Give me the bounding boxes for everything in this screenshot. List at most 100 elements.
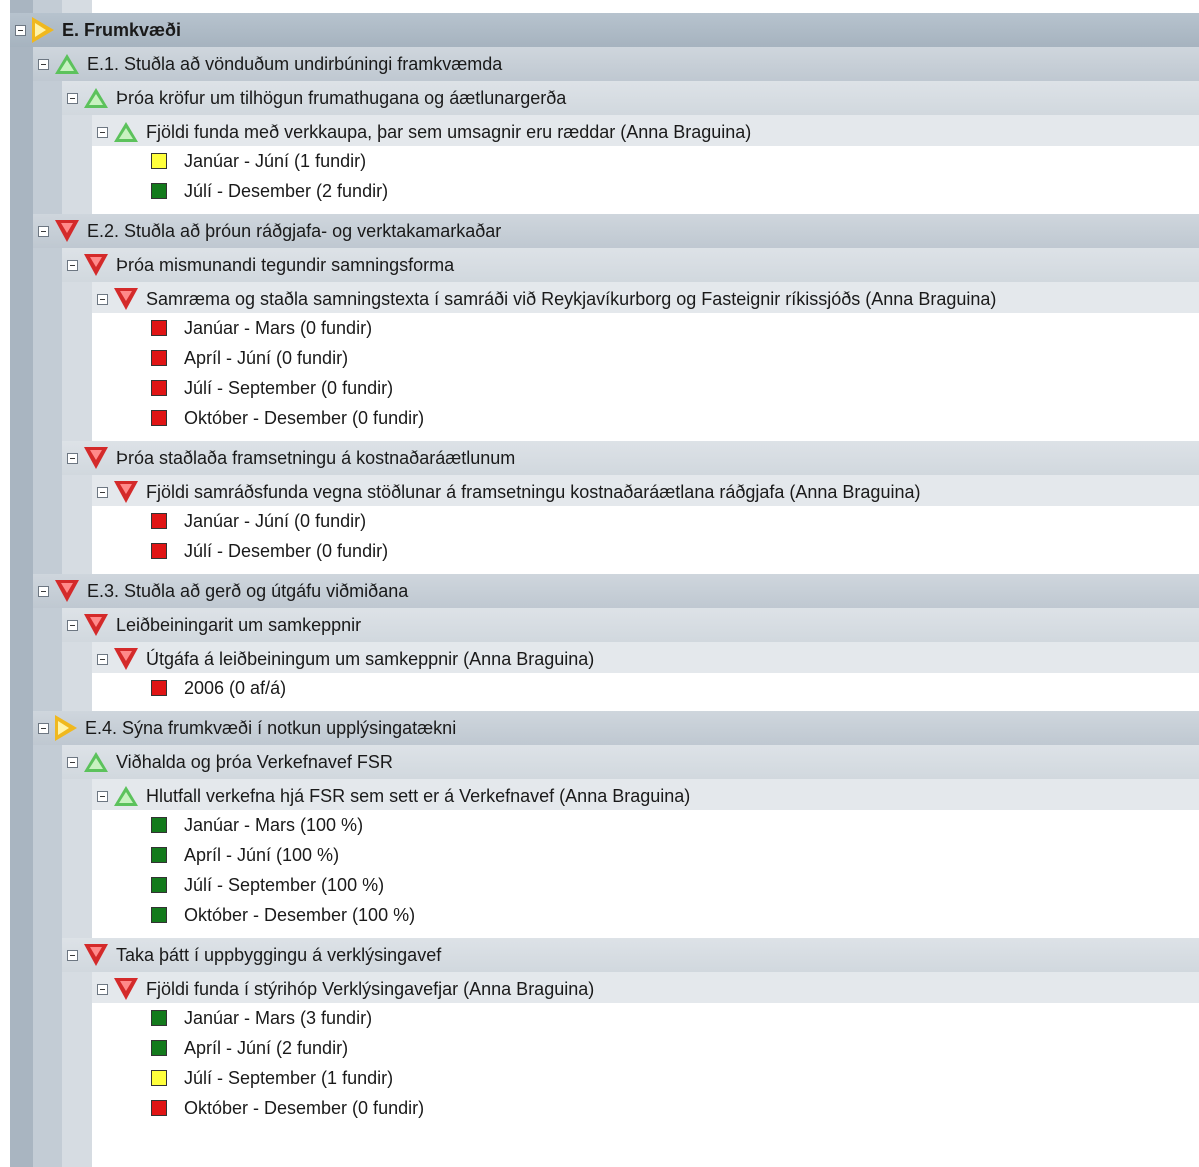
section-heading-label[interactable]: E.3. Stuðla að gerð og útgáfu viðmiðana: [87, 581, 408, 602]
status-down-icon: [84, 944, 108, 966]
status-square-green: [151, 1010, 167, 1026]
period-row: Júlí - Desember (0 fundir): [92, 536, 1199, 566]
status-down-icon: [114, 648, 138, 670]
measure-heading-row: Samræma og staðla samningstexta í samráð…: [92, 282, 1199, 316]
section-heading-row: E.3. Stuðla að gerð og útgáfu viðmiðana: [33, 574, 1199, 608]
collapse-toggle[interactable]: [67, 756, 78, 768]
status-up-icon: [84, 752, 108, 772]
section-heading-row: E.2. Stuðla að þróun ráðgjafa- og verkta…: [33, 214, 1199, 248]
status-warning-icon: [55, 715, 77, 741]
collapse-toggle[interactable]: [38, 722, 49, 734]
status-square-red: [151, 380, 167, 396]
period-row: Október - Desember (100 %): [92, 900, 1199, 930]
period-row: 2006 (0 af/á): [92, 673, 1199, 703]
status-up-icon: [114, 122, 138, 142]
collapse-toggle[interactable]: [67, 259, 78, 271]
objective-heading-label[interactable]: Þróa mismunandi tegundir samningsforma: [116, 255, 454, 276]
measure-heading-label[interactable]: Fjöldi funda með verkkaupa, þar sem umsa…: [146, 122, 751, 143]
period-row: Janúar - Júní (0 fundir): [92, 506, 1199, 536]
period-label: Janúar - Júní (0 fundir): [184, 510, 367, 531]
status-up-icon: [84, 88, 108, 108]
period-label: Janúar - Mars (3 fundir): [184, 1007, 373, 1028]
collapse-toggle[interactable]: [38, 225, 49, 237]
status-up-icon: [114, 786, 138, 806]
collapse-toggle[interactable]: [97, 790, 108, 802]
collapse-toggle[interactable]: [67, 949, 78, 961]
period-label: Október - Desember (100 %): [184, 904, 416, 925]
measure-heading-label[interactable]: Útgáfa á leiðbeiningum um samkeppnir (An…: [146, 649, 594, 670]
objective-heading-row: Þróa kröfur um tilhögun frumathugana og …: [62, 81, 1199, 115]
objective-heading-row: Viðhalda og þróa Verkefnavef FSR: [62, 745, 1199, 779]
section-heading-label[interactable]: E.1. Stuðla að vönduðum undirbúningi fra…: [87, 54, 502, 75]
status-down-icon: [55, 220, 79, 242]
collapse-toggle[interactable]: [97, 983, 108, 995]
collapse-toggle[interactable]: [97, 486, 108, 498]
status-down-icon: [55, 580, 79, 602]
status-square-green: [151, 817, 167, 833]
collapse-toggle[interactable]: [67, 619, 78, 631]
status-square-red: [151, 320, 167, 336]
section-heading-row: E.1. Stuðla að vönduðum undirbúningi fra…: [33, 47, 1199, 81]
measure-heading-label[interactable]: Samræma og staðla samningstexta í samráð…: [146, 289, 996, 310]
status-warning-icon: [32, 17, 54, 43]
objective-heading-row: Leiðbeiningarit um samkeppnir: [62, 608, 1199, 642]
period-row: Apríl - Júní (2 fundir): [92, 1033, 1199, 1063]
period-row: Júlí - September (0 fundir): [92, 373, 1199, 403]
status-square-red: [151, 513, 167, 529]
period-row: Janúar - Júní (1 fundir): [92, 146, 1199, 176]
objective-heading-label[interactable]: Leiðbeiningarit um samkeppnir: [116, 615, 361, 636]
period-label: Júlí - Desember (0 fundir): [184, 540, 389, 561]
period-row: Október - Desember (0 fundir): [92, 1093, 1199, 1123]
status-square-green: [151, 1040, 167, 1056]
root-heading-label[interactable]: E. Frumkvæði: [62, 20, 181, 41]
objective-heading-row: Þróa staðlaða framsetningu á kostnaðaráæ…: [62, 441, 1199, 475]
status-square-red: [151, 543, 167, 559]
tree-rail-level-0: [10, 0, 33, 1167]
period-label: Apríl - Júní (100 %): [184, 844, 340, 865]
measure-heading-label[interactable]: Fjöldi samráðsfunda vegna stöðlunar á fr…: [146, 482, 920, 503]
collapse-toggle[interactable]: [38, 58, 49, 70]
measure-heading-label[interactable]: Fjöldi funda í stýrihóp Verklýsingavefja…: [146, 979, 594, 1000]
status-square-green: [151, 907, 167, 923]
period-row: Júlí - September (100 %): [92, 870, 1199, 900]
status-up-icon: [55, 54, 79, 74]
page-margin: [0, 0, 10, 1167]
measure-heading-row: Fjöldi funda í stýrihóp Verklýsingavefja…: [92, 972, 1199, 1006]
period-row: Apríl - Júní (100 %): [92, 840, 1199, 870]
objective-heading-label[interactable]: Þróa kröfur um tilhögun frumathugana og …: [116, 88, 566, 109]
status-square-red: [151, 1100, 167, 1116]
collapse-toggle[interactable]: [67, 92, 78, 104]
objective-heading-label[interactable]: Viðhalda og þróa Verkefnavef FSR: [116, 752, 393, 773]
collapse-toggle[interactable]: [97, 653, 108, 665]
period-row: Janúar - Mars (3 fundir): [92, 1003, 1199, 1033]
status-down-icon: [114, 288, 138, 310]
collapse-toggle[interactable]: [97, 293, 108, 305]
period-row: Júlí - Desember (2 fundir): [92, 176, 1199, 206]
collapse-toggle[interactable]: [97, 126, 108, 138]
collapse-toggle[interactable]: [38, 585, 49, 597]
status-square-red: [151, 410, 167, 426]
period-label: Júlí - September (1 fundir): [184, 1067, 394, 1088]
objective-heading-label[interactable]: Taka þátt í uppbyggingu á verklýsingavef: [116, 945, 441, 966]
period-label: Júlí - September (100 %): [184, 874, 385, 895]
measure-heading-row: Útgáfa á leiðbeiningum um samkeppnir (An…: [92, 642, 1199, 676]
period-label: Október - Desember (0 fundir): [184, 1097, 425, 1118]
section-heading-label[interactable]: E.2. Stuðla að þróun ráðgjafa- og verkta…: [87, 221, 501, 242]
period-row: Október - Desember (0 fundir): [92, 403, 1199, 433]
status-down-icon: [114, 978, 138, 1000]
status-down-icon: [114, 481, 138, 503]
period-label: Apríl - Júní (2 fundir): [184, 1037, 349, 1058]
section-heading-label[interactable]: E.4. Sýna frumkvæði í notkun upplýsingat…: [85, 718, 456, 739]
collapse-toggle[interactable]: [15, 24, 26, 36]
period-label: Október - Desember (0 fundir): [184, 407, 425, 428]
section-heading-row: E.4. Sýna frumkvæði í notkun upplýsingat…: [33, 711, 1199, 745]
period-label: Janúar - Mars (0 fundir): [184, 317, 373, 338]
objective-heading-label[interactable]: Þróa staðlaða framsetningu á kostnaðaráæ…: [116, 448, 515, 469]
period-row: Júlí - September (1 fundir): [92, 1063, 1199, 1093]
status-down-icon: [84, 614, 108, 636]
status-square-yellow: [151, 1070, 167, 1086]
collapse-toggle[interactable]: [67, 452, 78, 464]
period-row: Apríl - Júní (0 fundir): [92, 343, 1199, 373]
measure-heading-row: Fjöldi samráðsfunda vegna stöðlunar á fr…: [92, 475, 1199, 509]
measure-heading-label[interactable]: Hlutfall verkefna hjá FSR sem sett er á …: [146, 786, 690, 807]
